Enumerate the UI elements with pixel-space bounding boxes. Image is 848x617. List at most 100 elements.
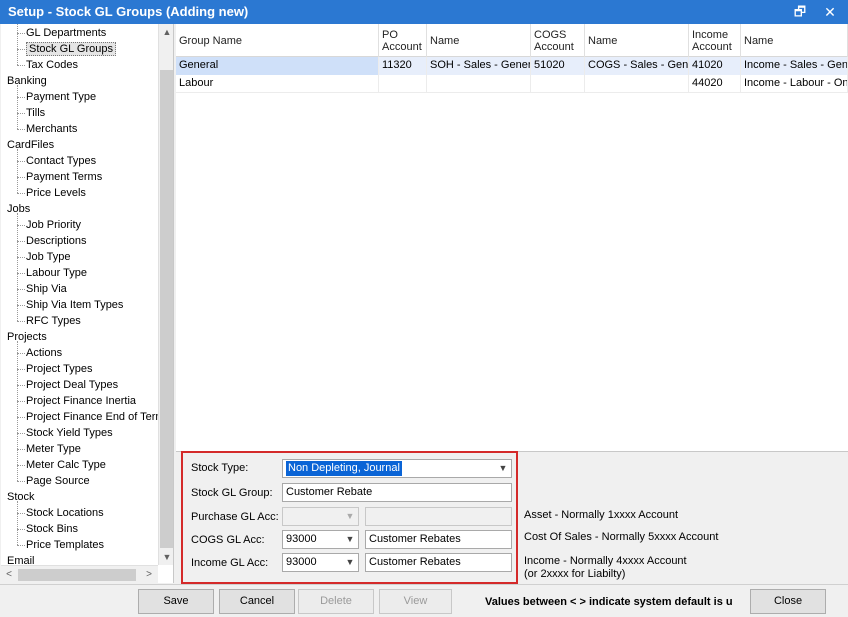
column-header[interactable]: PO Account (379, 24, 427, 57)
scroll-down-icon[interactable]: ▼ (159, 549, 173, 565)
window-title: Setup - Stock GL Groups (Adding new) (8, 4, 249, 19)
tree-connector (17, 177, 25, 178)
tree-connector (17, 113, 25, 114)
tree-category[interactable]: Email (7, 553, 35, 565)
stock-type-value: Non Depleting, Journal (286, 461, 402, 476)
cancel-button[interactable]: Cancel (219, 589, 295, 614)
tree-item[interactable]: Tills (26, 105, 45, 121)
tree-item[interactable]: Merchants (26, 121, 77, 137)
chevron-down-icon[interactable]: ▼ (342, 531, 358, 548)
tree-item[interactable]: Meter Calc Type (26, 457, 106, 473)
scroll-up-icon[interactable]: ▲ (159, 24, 173, 40)
tree-item[interactable]: GL Departments (26, 25, 106, 41)
cogs-gl-code-select[interactable]: 93000 ▼ (282, 530, 359, 549)
tree-vertical-scrollbar[interactable]: ▲ ▼ (158, 24, 173, 565)
column-header[interactable]: Group Name (176, 24, 379, 57)
tree-category[interactable]: Banking (7, 73, 47, 89)
tree-item[interactable]: Project Finance End of Term (26, 409, 159, 425)
tree-item-label: Project Types (26, 363, 93, 375)
table-cell[interactable]: 51020 (531, 57, 585, 75)
table-cell[interactable]: 41020 (689, 57, 741, 75)
chevron-down-icon[interactable]: ▼ (342, 508, 358, 525)
tree-item[interactable]: Labour Type (26, 265, 87, 281)
tree-item[interactable]: Ship Via (26, 281, 67, 297)
column-header[interactable]: Name (427, 24, 531, 57)
close-window-icon[interactable]: ✕ (819, 2, 841, 22)
table-cell[interactable] (531, 75, 585, 93)
tree-item[interactable]: Job Priority (26, 217, 81, 233)
tree-item[interactable]: Contact Types (26, 153, 96, 169)
column-header[interactable]: Income Account (689, 24, 741, 57)
tree-connector (17, 65, 25, 66)
scrollbar-thumb[interactable] (160, 70, 173, 548)
table-cell[interactable]: Labour (176, 75, 379, 93)
table-row[interactable]: Labour 44020Income - Labour - On Site (176, 75, 848, 93)
tree-item[interactable]: RFC Types (26, 313, 81, 329)
close-button[interactable]: Close (750, 589, 826, 614)
income-gl-name-input[interactable]: Customer Rebates (365, 553, 512, 572)
table-cell[interactable]: General (176, 57, 379, 75)
stock-gl-group-input[interactable]: Customer Rebate (282, 483, 512, 502)
tree-item-label: Banking (7, 75, 47, 87)
table-cell[interactable] (379, 75, 427, 93)
tree-item[interactable]: Page Source (26, 473, 90, 489)
table-cell[interactable]: Income - Sales - General (741, 57, 848, 75)
tree-item[interactable]: Actions (26, 345, 62, 361)
restore-window-icon[interactable]: 🗗 (789, 2, 811, 22)
delete-button[interactable]: Delete (298, 589, 374, 614)
table-cell[interactable]: Income - Labour - On Site (741, 75, 848, 93)
tree-horizontal-scrollbar[interactable]: < > (1, 565, 158, 583)
table-cell[interactable]: 11320 (379, 57, 427, 75)
tree-connector (17, 129, 25, 130)
tree-category[interactable]: CardFiles (7, 137, 54, 153)
table-cell[interactable] (427, 75, 531, 93)
tree-category[interactable]: Stock (7, 489, 35, 505)
tree-item-label: Price Levels (26, 187, 86, 199)
tree-item-label: Meter Calc Type (26, 459, 106, 471)
column-header[interactable]: COGS Account (531, 24, 585, 57)
tree-item[interactable]: Tax Codes (26, 57, 78, 73)
tree-item[interactable]: Price Templates (26, 537, 104, 553)
tree-item[interactable]: Stock GL Groups (26, 41, 116, 57)
tree-category[interactable]: Jobs (7, 201, 30, 217)
view-button[interactable]: View (379, 589, 452, 614)
stock-type-select[interactable]: Non Depleting, Journal ▼ (282, 459, 512, 478)
tree-item[interactable]: Payment Type (26, 89, 96, 105)
tree-item[interactable]: Project Types (26, 361, 92, 377)
tree-item[interactable]: Job Type (26, 249, 70, 265)
tree-item[interactable]: Stock Yield Types (26, 425, 113, 441)
tree-item[interactable]: Project Finance Inertia (26, 393, 136, 409)
table-cell[interactable]: COGS - Sales - General (585, 57, 689, 75)
tree-item-label: Stock Bins (26, 523, 78, 535)
scrollbar-thumb[interactable] (18, 569, 136, 581)
cogs-gl-name-input[interactable]: Customer Rebates (365, 530, 512, 549)
tree-item-label: Projects (7, 331, 47, 343)
table-cell[interactable] (585, 75, 689, 93)
purchase-gl-code-select[interactable]: ▼ (282, 507, 359, 526)
column-header[interactable]: Name (585, 24, 689, 57)
tree-item[interactable]: Meter Type (26, 441, 81, 457)
income-gl-code-select[interactable]: 93000 ▼ (282, 553, 359, 572)
asset-hint: Asset - Normally 1xxxx Account (524, 509, 679, 521)
tree-item[interactable]: Payment Terms (26, 169, 102, 185)
tree-connector (17, 33, 25, 34)
tree-item[interactable]: Stock Bins (26, 521, 78, 537)
tree-item[interactable]: Price Levels (26, 185, 86, 201)
tree-item[interactable]: Stock Locations (26, 505, 104, 521)
cogs-gl-code-value: 93000 (286, 533, 317, 545)
chevron-down-icon[interactable]: ▼ (495, 460, 511, 477)
save-button[interactable]: Save (138, 589, 214, 614)
purchase-gl-name-input[interactable] (365, 507, 512, 526)
scroll-right-icon[interactable]: > (141, 567, 157, 583)
column-header[interactable]: Name (741, 24, 848, 57)
scroll-left-icon[interactable]: < (1, 567, 17, 583)
tree-category[interactable]: Projects (7, 329, 47, 345)
tree-item[interactable]: Project Deal Types (26, 377, 118, 393)
tree-item[interactable]: Descriptions (26, 233, 87, 249)
table-cell[interactable]: 44020 (689, 75, 741, 93)
table-cell[interactable]: SOH - Sales - General (427, 57, 531, 75)
chevron-down-icon[interactable]: ▼ (342, 554, 358, 571)
table-row[interactable]: General 11320 SOH - Sales - General 51020 CO… (176, 57, 848, 75)
tree-item[interactable]: Ship Via Item Types (26, 297, 123, 313)
tree-item-label: Stock GL Groups (26, 42, 116, 56)
